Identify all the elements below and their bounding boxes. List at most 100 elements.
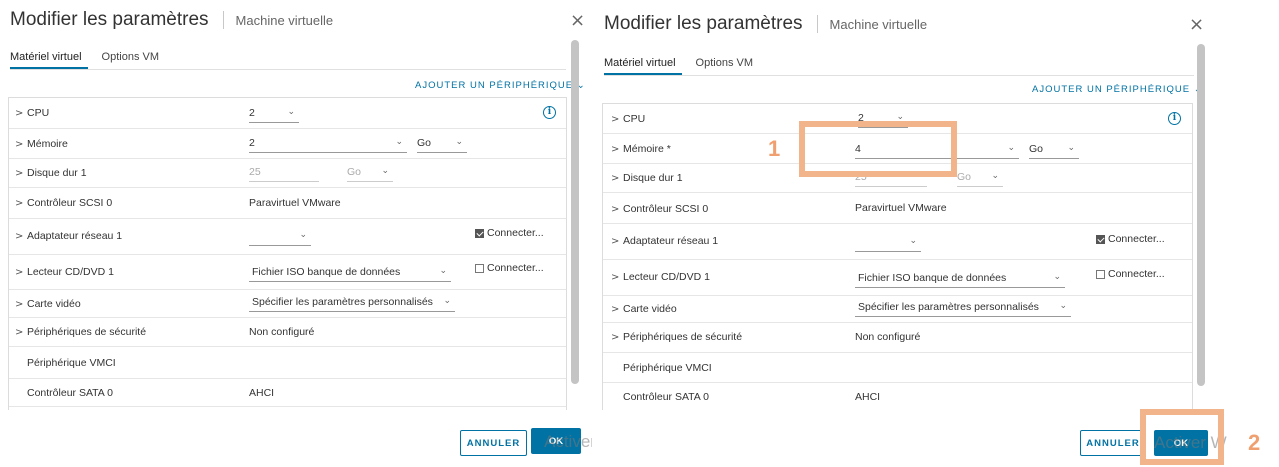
sata-value: AHCI [855,391,881,403]
row-cd-dvd: > Lecteur CD/DVD 1 Fichier ISO banque de … [9,255,566,290]
row-sata-controller: Contrôleur SATA 0 AHCI [9,379,566,407]
disk-size-value: 25 [249,166,261,178]
row-cpu: > CPU 2 ⌄ i [9,98,566,129]
chevron-right-icon: > [611,236,620,247]
expand-row-cd-dvd[interactable]: > Lecteur CD/DVD 1 [15,266,114,278]
row-hard-disk: > Disque dur 1 25 Go ⌄ [9,159,566,188]
checkbox-checked-icon [1096,234,1105,244]
row-label: Lecteur CD/DVD 1 [623,271,710,283]
highlight-ok-button [1140,409,1224,465]
cancel-button[interactable]: ANNULER [460,430,527,456]
info-icon[interactable]: i [1168,112,1181,125]
checkbox-icon [475,263,484,273]
network-select[interactable]: ⌄ [855,236,921,252]
close-icon[interactable]: × [570,12,585,30]
memory-unit-select[interactable]: Go ⌄ [417,137,467,153]
expand-row-cpu[interactable]: > CPU [611,113,645,125]
chevron-down-icon: ⌄ [299,230,307,240]
expand-row-hard-disk[interactable]: > Disque dur 1 [15,167,87,179]
checkbox-label: Connecter... [1108,268,1165,280]
disk-unit-select[interactable]: Go ⌄ [957,171,1003,187]
cpu-select[interactable]: 2 ⌄ [249,107,299,123]
close-icon[interactable]: × [1189,16,1204,34]
dialog-header: Modifier les paramètres Machine virtuell… [604,12,927,36]
expand-row-hard-disk[interactable]: > Disque dur 1 [611,172,683,184]
disk-unit: Go [347,166,362,178]
row-label: Contrôleur SCSI 0 [623,203,709,215]
add-device-button[interactable]: AJOUTER UN PÉRIPHÉRIQUE ⌄ [1032,84,1203,95]
network-connect-checkbox[interactable]: Connecter... [475,227,544,239]
tab-divider [604,75,1194,76]
memory-input[interactable]: 2 ⌄ [249,137,407,153]
video-select[interactable]: Spécifier les paramètres personnalisés ⌄ [855,301,1071,317]
add-device-button[interactable]: AJOUTER UN PÉRIPHÉRIQUE ⌄ [415,80,586,91]
add-device-label: AJOUTER UN PÉRIPHÉRIQUE [415,80,574,91]
chevron-down-icon: ⌄ [443,296,451,306]
network-connect-checkbox[interactable]: Connecter... [1096,233,1165,245]
row-label: Contrôleur SCSI 0 [27,197,113,209]
cancel-button[interactable]: ANNULER [1080,430,1146,456]
memory-unit-select[interactable]: Go ⌄ [1029,143,1079,159]
edit-settings-dialog-right: Modifier les paramètres Machine virtuell… [592,0,1279,467]
dialog-subtitle: Machine virtuelle [235,12,334,28]
chevron-right-icon: > [15,198,24,209]
row-label: Adaptateur réseau 1 [27,230,123,242]
tab-divider [10,69,566,70]
disk-size-input[interactable]: 25 [249,166,319,182]
tab-vm-options[interactable]: Options VM [102,51,159,69]
tab-vm-options[interactable]: Options VM [696,57,753,75]
dialog-header: Modifier les paramètres Machine virtuell… [10,8,333,32]
checkbox-label: Connecter... [487,262,544,274]
step-1-label: 1 [768,136,781,161]
expand-row-cd-dvd[interactable]: > Lecteur CD/DVD 1 [611,271,710,283]
expand-row-network[interactable]: > Adaptateur réseau 1 [611,235,718,247]
row-network-adapter: > Adaptateur réseau 1 ⌄ Connecter... [603,224,1192,260]
chevron-right-icon: > [611,114,620,125]
cd-dvd-value: Fichier ISO banque de données [252,266,401,278]
scrollbar[interactable] [1197,44,1205,386]
video-select[interactable]: Spécifier les paramètres personnalisés ⌄ [249,296,455,312]
chevron-down-icon: ⌄ [991,171,999,181]
expand-row-memory[interactable]: > Mémoire [15,138,68,150]
dialog-title: Modifier les paramètres [10,9,209,30]
checkbox-checked-icon [475,228,484,238]
chevron-right-icon: > [15,327,24,338]
cpu-value: 2 [249,107,255,119]
chevron-right-icon: > [611,272,620,283]
edit-settings-dialog-left: Modifier les paramètres Machine virtuell… [0,0,617,467]
expand-row-scsi[interactable]: > Contrôleur SCSI 0 [611,203,708,215]
cd-dvd-select[interactable]: Fichier ISO banque de données ⌄ [855,272,1065,288]
chevron-right-icon: > [611,332,620,343]
info-icon[interactable]: i [543,106,556,119]
expand-row-memory[interactable]: > Mémoire * [611,143,671,155]
expand-row-cpu[interactable]: > CPU [15,107,49,119]
chevron-down-icon: ⌄ [287,107,295,117]
dialog-title: Modifier les paramètres [604,13,803,34]
scsi-value: Paravirtuel VMware [855,202,947,214]
title-separator [222,11,224,29]
row-vmci: Périphérique VMCI [603,353,1192,383]
network-select[interactable]: ⌄ [249,230,311,246]
expand-row-video[interactable]: > Carte vidéo [611,303,677,315]
chevron-right-icon: > [15,139,24,150]
expand-row-network[interactable]: > Adaptateur réseau 1 [15,230,122,242]
chevron-down-icon: ⌄ [1067,143,1075,153]
expand-row-scsi[interactable]: > Contrôleur SCSI 0 [15,197,112,209]
chevron-down-icon: ⌄ [1059,301,1067,311]
scrollbar[interactable] [571,40,579,384]
expand-row-video[interactable]: > Carte vidéo [15,298,81,310]
cd-dvd-select[interactable]: Fichier ISO banque de données ⌄ [249,266,451,282]
row-label: Périphérique VMCI [27,357,116,369]
row-label: CPU [623,113,646,125]
row-label: Carte vidéo [27,298,81,310]
row-label: Mémoire [27,138,68,150]
cd-dvd-connect-checkbox[interactable]: Connecter... [475,262,544,274]
disk-unit-select[interactable]: Go ⌄ [347,166,393,182]
chevron-down-icon: ⌄ [381,166,389,176]
chevron-down-icon: ⌄ [909,236,917,246]
row-label: Carte vidéo [623,303,677,315]
cd-dvd-connect-checkbox[interactable]: Connecter... [1096,268,1165,280]
expand-row-security[interactable]: > Périphériques de sécurité [15,326,146,338]
checkbox-label: Connecter... [487,227,544,239]
expand-row-security[interactable]: > Périphériques de sécurité [611,331,742,343]
